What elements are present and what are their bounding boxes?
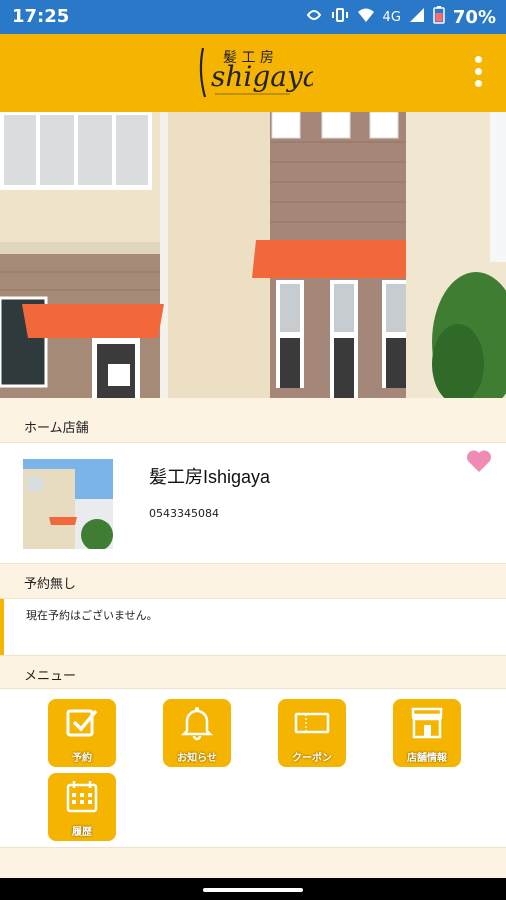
salon-building-photo [0,112,506,398]
menu-header: メニュー [0,655,506,689]
signal-icon [409,7,425,27]
menu-item-label: クーポン [292,753,332,764]
store-thumbnail [23,459,113,549]
home-store-header: ホーム店舗 [0,398,506,443]
menu-item-reservation[interactable]: 予約 [48,699,116,767]
store-icon [411,707,443,739]
network-type: 4G [382,9,401,25]
status-bar: 17:25 4G 70% [0,0,506,34]
store-card[interactable]: 髪工房Ishigaya 0543345084 [0,443,506,563]
heart-icon[interactable] [466,449,492,473]
reservation-message: 現在予約はございません。 [26,609,158,622]
home-gesture-handle[interactable] [203,888,303,892]
svg-text:shigaya: shigaya [211,60,313,93]
battery-level: 70% [452,6,496,28]
menu-item-coupon[interactable]: クーポン [278,699,346,767]
menu-item-label: 予約 [72,753,92,764]
menu-item-label: お知らせ [177,753,217,764]
reservation-message-box: 現在予約はございません。 [0,599,506,655]
menu-item-label: 履歴 [72,827,92,838]
reservation-title: 予約無し [24,577,77,592]
menu-item-history[interactable]: 履歴 [48,773,116,841]
system-nav-bar [0,878,506,900]
menu-item-store-info[interactable]: 店舗情報 [393,699,461,767]
home-store-title: ホーム店舗 [24,421,89,436]
status-icons: 4G 70% [305,6,496,28]
checkbox-icon [66,709,98,737]
battery-icon [433,6,445,28]
vibrate-icon [331,6,349,28]
menu-grid: 予約 お知らせ クーポン 店舗情報 履歴 [0,689,506,847]
store-phone[interactable]: 0543345084 [149,507,219,520]
calendar-icon [66,781,98,813]
wifi-icon [357,6,375,28]
menu-item-news[interactable]: お知らせ [163,699,231,767]
ishigaya-logo[interactable]: 髪 工 房 shigaya [195,42,320,104]
coupon-icon [294,712,330,734]
more-vert-icon[interactable] [472,56,484,92]
menu-item-label: 店舗情報 [407,753,447,764]
bell-icon [180,707,214,741]
menu-footer [0,847,506,882]
app-bar: 髪 工 房 shigaya [0,34,506,112]
status-time: 17:25 [12,6,70,27]
nfc-icon [305,6,323,28]
reservation-header: 予約無し [0,563,506,599]
content-area: ホーム店舗 髪工房Ishigaya 0543345084 予約無し 現在予約はご… [0,398,506,882]
store-name: 髪工房Ishigaya [149,467,271,487]
menu-title: メニュー [24,669,77,684]
